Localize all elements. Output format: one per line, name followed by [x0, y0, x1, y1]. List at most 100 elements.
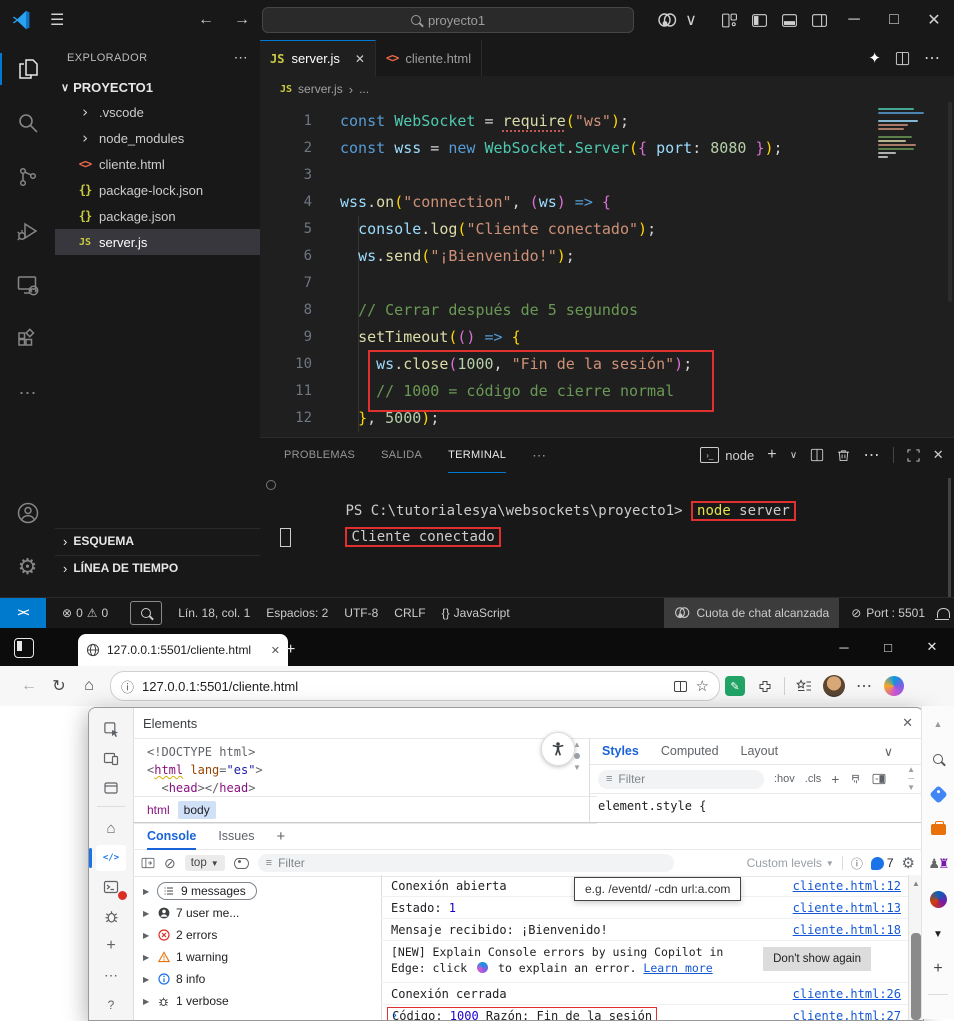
tab-output[interactable]: SALIDA	[381, 438, 422, 472]
more-tabs-chevron-icon[interactable]: ∨	[884, 744, 893, 759]
console-source-link[interactable]: cliente.html:13	[783, 901, 901, 915]
explorer-item[interactable]: {}package.json	[55, 203, 260, 229]
console-filter-error[interactable]: ▶2 errors	[133, 924, 381, 946]
learn-more-link[interactable]: Learn more	[643, 961, 712, 975]
copilot-icon[interactable]	[652, 0, 682, 40]
settings-more-icon[interactable]: ⋯	[849, 671, 879, 701]
terminal-dropdown-icon[interactable]: ∨	[790, 450, 798, 461]
split-editor-icon[interactable]	[895, 51, 910, 66]
extensions-icon[interactable]	[0, 314, 55, 364]
more-tools-icon[interactable]: ⋯	[96, 962, 126, 988]
search-icon[interactable]	[928, 749, 948, 769]
explorer-item[interactable]: <>cliente.html	[55, 151, 260, 177]
dom-node[interactable]: <html lang="es">	[147, 761, 603, 779]
breadcrumb-html[interactable]: html	[141, 801, 176, 819]
console-source-link[interactable]: cliente.html:27	[783, 1009, 901, 1021]
games-icon[interactable]: ♟♜	[928, 854, 948, 874]
terminal-process-selector[interactable]: ›_ node	[700, 447, 754, 463]
close-tab-icon[interactable]: ✕	[271, 644, 280, 657]
live-expression-eye-icon[interactable]	[234, 858, 249, 869]
console-filter-info[interactable]: ▶8 info	[133, 968, 381, 990]
computed-panel-icon[interactable]	[872, 773, 886, 785]
tab-layout[interactable]: Layout	[741, 744, 779, 758]
device-emulation-icon[interactable]	[96, 745, 126, 771]
info-icon[interactable]: ⓘ	[851, 855, 863, 872]
toggle-secondary-sidebar-icon[interactable]	[804, 0, 834, 40]
back-arrow-icon[interactable]: ←	[198, 11, 214, 29]
copilot-chevron-icon[interactable]: ∨	[682, 0, 700, 40]
panel-more-actions-icon[interactable]: ⋯	[863, 445, 879, 465]
close-devtools-icon[interactable]: ✕	[902, 715, 913, 731]
tab-computed[interactable]: Computed	[661, 744, 719, 758]
terminal-output[interactable]: PS C:\tutorialesya\websockets\proyecto1>…	[260, 472, 954, 598]
new-terminal-icon[interactable]: +	[767, 446, 777, 464]
toggle-classes[interactable]: .cls	[805, 773, 822, 785]
add-drawer-tab-icon[interactable]: +	[276, 828, 285, 845]
explorer-icon[interactable]	[0, 44, 55, 94]
console-filter-input[interactable]: ≡ Filter	[258, 854, 674, 872]
indentation[interactable]: Espacios: 2	[266, 606, 328, 620]
window-layout-icon[interactable]	[96, 775, 126, 801]
outline-section[interactable]: › ESQUEMA	[55, 528, 260, 553]
more-actions-icon[interactable]: ⋯	[0, 368, 55, 418]
explorer-item[interactable]: JSserver.js	[55, 229, 260, 255]
terminal-scrollbar[interactable]	[948, 478, 951, 598]
styles-scroll-markers[interactable]: ▲─▼	[907, 766, 915, 792]
explorer-item[interactable]: ›node_modules	[55, 125, 260, 151]
console-filter-warning[interactable]: ▶1 warning	[133, 946, 381, 968]
toggle-primary-sidebar-icon[interactable]	[744, 0, 774, 40]
minimize-button[interactable]: ─	[834, 0, 874, 40]
close-panel-icon[interactable]: ✕	[933, 447, 944, 463]
toggle-panel-icon[interactable]	[774, 0, 804, 40]
run-debug-icon[interactable]	[0, 206, 55, 256]
notifications-bell-icon[interactable]	[937, 608, 950, 618]
problems-status[interactable]: ⊗0 ⚠0	[62, 606, 108, 620]
styles-filter-input[interactable]: ≡ Filter	[598, 770, 764, 789]
close-button[interactable]: ✕	[914, 0, 954, 40]
toggle-hover-state[interactable]: :hov	[774, 773, 795, 785]
tab-problems[interactable]: PROBLEMAS	[284, 438, 355, 472]
language-mode[interactable]: {} JavaScript	[442, 606, 510, 620]
tab-styles[interactable]: Styles	[602, 744, 639, 758]
tab-terminal[interactable]: TERMINAL	[448, 438, 506, 473]
element-style-rule[interactable]: element.style {	[590, 794, 923, 818]
console-filter-list[interactable]: ▶9 messages	[133, 880, 381, 902]
menu-icon[interactable]: ☰	[50, 10, 64, 30]
microsoft-365-icon[interactable]	[928, 889, 948, 909]
explorer-item[interactable]: {}package-lock.json	[55, 177, 260, 203]
accessibility-icon[interactable]	[541, 732, 575, 766]
clear-console-icon[interactable]: ⊘	[164, 855, 176, 872]
accounts-icon[interactable]	[0, 488, 55, 538]
help-icon[interactable]: ?	[96, 992, 126, 1018]
extensions-puzzle-icon[interactable]	[750, 671, 780, 701]
site-info-icon[interactable]: ⓘ	[121, 677, 134, 696]
workspaces-icon[interactable]	[14, 638, 34, 658]
timeline-section[interactable]: › LÍNEA DE TIEMPO	[55, 555, 260, 580]
copilot-quota-status[interactable]: Cuota de chat alcanzada	[664, 598, 839, 628]
minimap[interactable]	[878, 108, 938, 160]
dom-tree[interactable]: <!DOCTYPE html><html lang="es"> <head></…	[133, 738, 603, 801]
tools-toolbox-icon[interactable]	[928, 819, 948, 839]
new-tab-icon[interactable]: +	[286, 641, 295, 659]
debugger-bug-icon[interactable]	[96, 903, 126, 929]
console-source-link[interactable]: cliente.html:12	[783, 879, 901, 893]
tab-server-js[interactable]: JS server.js ✕	[260, 40, 376, 76]
copilot-sparkle-icon[interactable]: ✦	[868, 49, 881, 67]
inspect-icon[interactable]	[96, 716, 126, 742]
close-tab-icon[interactable]: ✕	[355, 52, 365, 66]
eol-sequence[interactable]: CRLF	[394, 606, 425, 620]
dom-scroll-markers[interactable]: ▲▼	[573, 740, 581, 772]
code-editor[interactable]: 1const WebSocket = require("ws");2const …	[260, 102, 954, 437]
back-icon[interactable]: ←	[14, 671, 44, 701]
add-tool-icon[interactable]: +	[96, 933, 126, 959]
search-icon[interactable]	[0, 98, 55, 148]
collections-icon[interactable]	[789, 671, 819, 701]
editor-scrollbar[interactable]	[948, 102, 952, 302]
console-filter-user[interactable]: ▶7 user me...	[133, 902, 381, 924]
encoding[interactable]: UTF-8	[344, 606, 378, 620]
source-control-icon[interactable]	[0, 152, 55, 202]
customize-layout-icon[interactable]	[714, 0, 744, 40]
remote-explorer-icon[interactable]	[0, 260, 55, 310]
console-filter-verbose[interactable]: ▶1 verbose	[133, 990, 381, 1012]
console-tool-icon[interactable]	[96, 874, 126, 900]
